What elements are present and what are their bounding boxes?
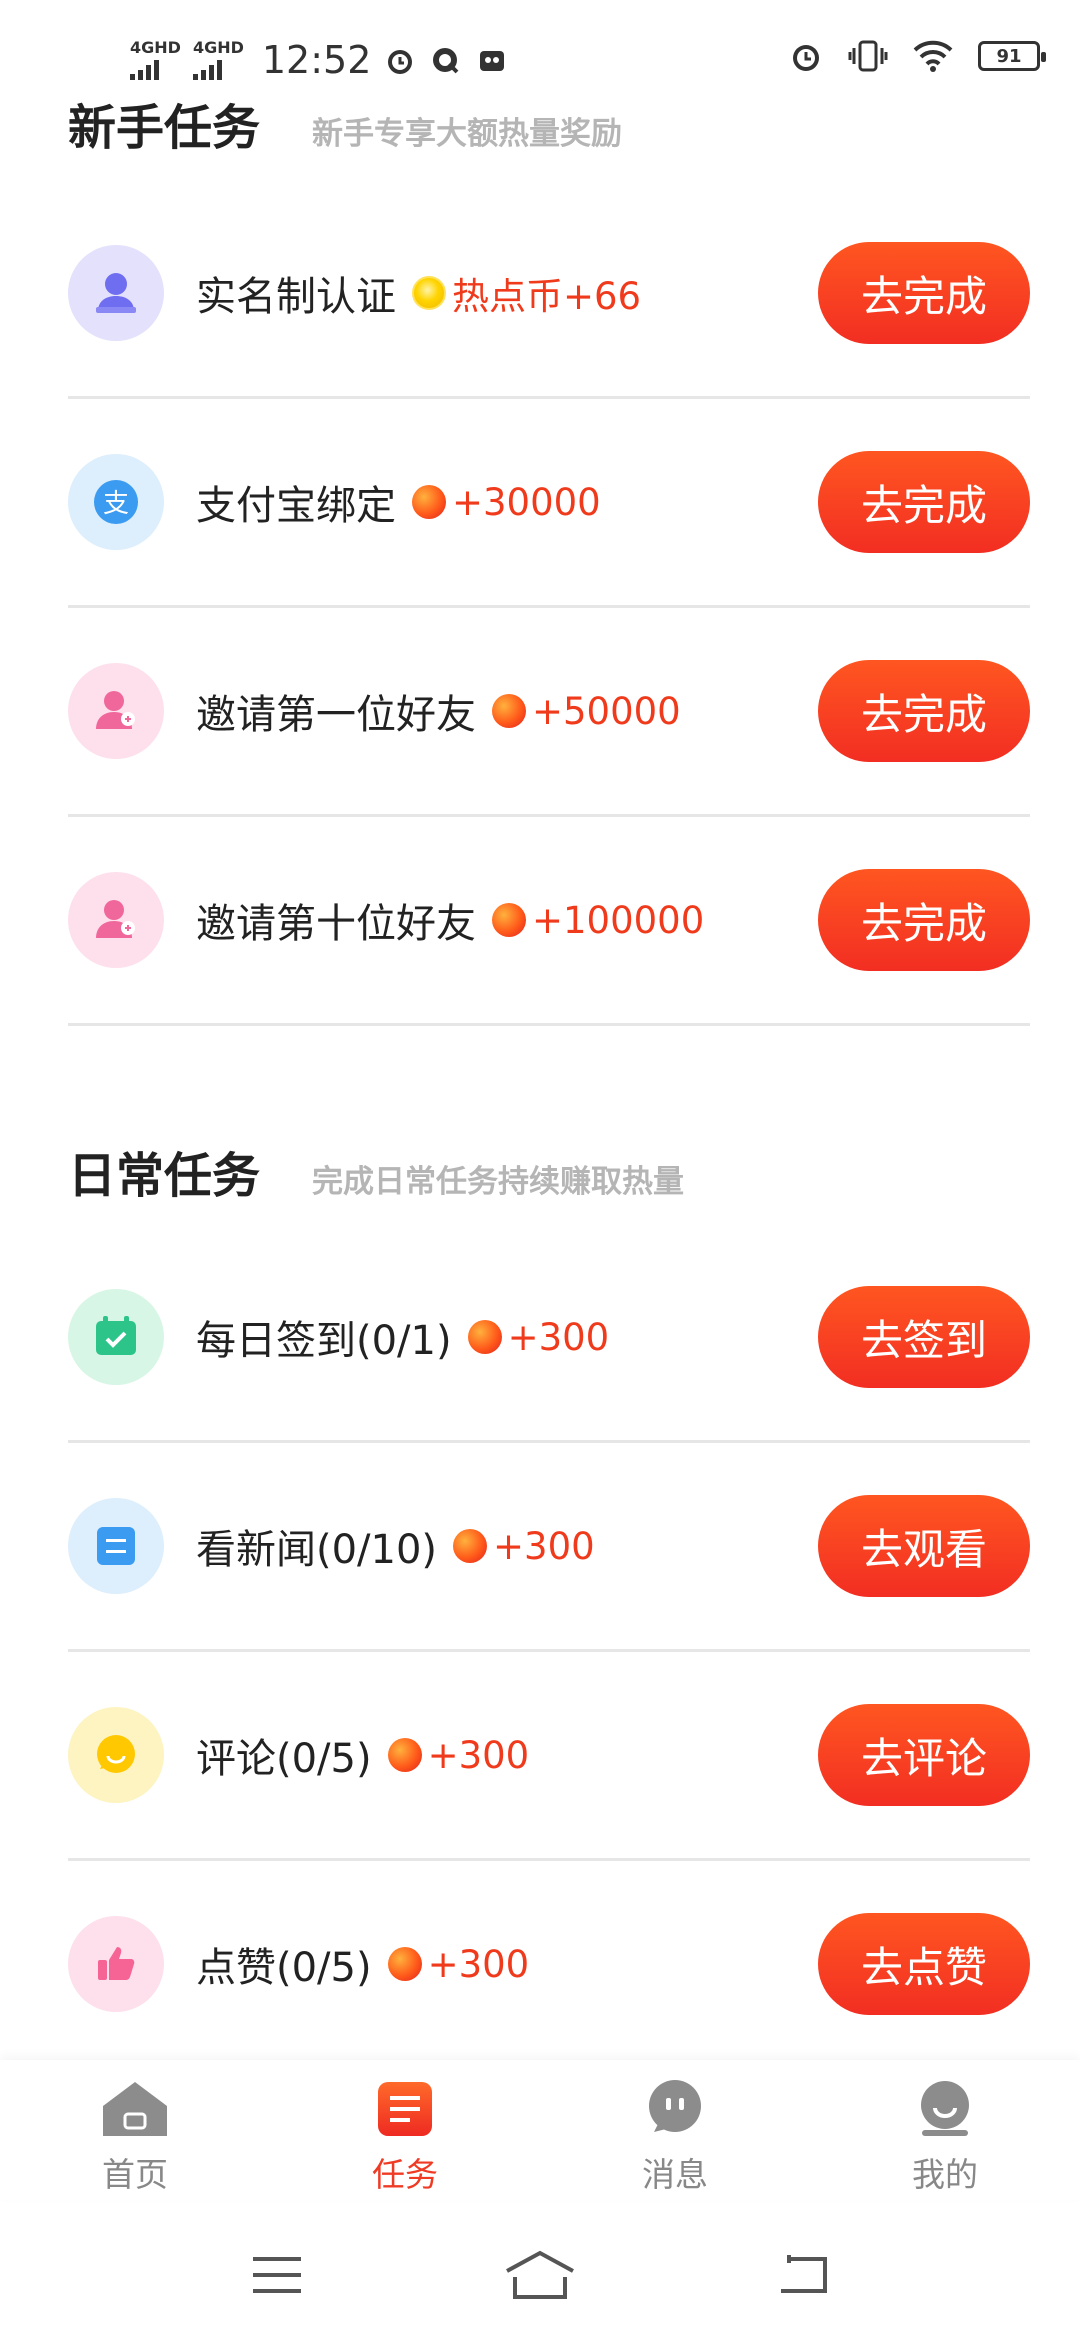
invite-friend-icon [68,872,164,968]
task-reward: +300 [453,1525,595,1568]
network-type-label: 4GHD [192,38,244,57]
signal-bars-icon [192,58,222,80]
browser-q-icon [433,48,459,74]
nav-item-profile[interactable]: 我的 [810,2060,1080,2200]
task-list-icon [378,2082,432,2136]
reward-amount: +300 [427,1942,530,1986]
task-row: 邀请第十位好友 +100000 去完成 [68,817,1030,1026]
newbie-section-header: 新手任务 新手专享大额热量奖励 [68,88,622,158]
reward-amount: +300 [427,1733,530,1777]
task-name: 支付宝绑定 [196,483,396,529]
task-reward: +100000 [492,899,704,942]
reward-amount: 热点币+66 [452,275,642,318]
profile-icon [921,2081,969,2136]
section-title: 新手任务 [68,100,261,156]
newbie-task-list: 实名制认证 热点币+66 去完成 支 支付宝绑定 +30000 去完成 邀请第一… [68,190,1030,1026]
svg-text:支: 支 [103,489,129,519]
nav-label: 任务 [372,2155,438,2194]
system-nav-bar [0,2210,1080,2340]
task-reward: +300 [387,1733,530,1777]
nav-label: 消息 [642,2155,708,2194]
thumbs-up-icon [68,1916,164,2012]
network-type-label: 4GHD [130,38,181,57]
daily-section-header: 日常任务 完成日常任务持续赚取热量 [68,1136,684,1206]
task-row: 支 支付宝绑定 +30000 去完成 [68,399,1030,608]
daily-task-list: 每日签到(0/1) +300 去签到 看新闻(0/10) +300 去观看 评论… [68,1234,1030,2070]
nav-item-messages[interactable]: 消息 [540,2060,810,2200]
section-title: 日常任务 [68,1148,261,1204]
task-reward: +300 [467,1315,610,1359]
complete-button[interactable]: 去完成 [818,451,1030,553]
check-in-button[interactable]: 去签到 [818,1286,1030,1388]
status-left: 4GHD 4GHD 12:52 [130,30,509,90]
nav-label: 我的 [912,2155,978,2194]
home-button-icon[interactable] [503,2249,577,2301]
task-row: 每日签到(0/1) +300 去签到 [68,1234,1030,1443]
task-name: 点赞(0/5) [196,1945,372,1991]
task-row: 看新闻(0/10) +300 去观看 [68,1443,1030,1652]
menu-icon[interactable] [249,2253,305,2297]
task-name: 看新闻(0/10) [196,1527,438,1573]
alarm-icon [388,50,413,74]
task-name: 邀请第一位好友 [196,692,476,738]
task-name: 邀请第十位好友 [196,901,476,947]
signal-sim2: 4GHD [192,38,244,80]
reward-amount: +100000 [532,898,705,942]
chat-icon [649,2080,701,2132]
reward-amount: +50000 [532,689,681,733]
reward-amount: +300 [493,1524,595,1568]
task-row: 点赞(0/5) +300 去点赞 [68,1861,1030,2070]
complete-button[interactable]: 去完成 [818,242,1030,344]
heat-coin-icon [492,903,526,937]
complete-button[interactable]: 去完成 [818,869,1030,971]
watch-button[interactable]: 去观看 [818,1495,1030,1597]
app-notification-icon [480,51,505,71]
alipay-icon: 支 [68,454,164,550]
battery-level: 91 [996,45,1022,67]
status-right: 91 [788,38,1046,74]
task-reward: +30000 [412,481,601,524]
comment-icon [68,1707,164,1803]
heat-coin-icon [453,1529,488,1563]
nav-item-home[interactable]: 首页 [0,2060,270,2200]
nav-item-tasks[interactable]: 任务 [270,2060,540,2200]
section-subtitle: 完成日常任务持续赚取热量 [312,1164,685,1200]
heat-coin-icon [467,1320,502,1354]
heat-coin-icon [387,1738,422,1772]
complete-button[interactable]: 去完成 [818,660,1030,762]
task-name: 实名制认证 [196,274,396,320]
person-id-icon [68,245,164,341]
task-row: 实名制认证 热点币+66 去完成 [68,190,1030,399]
reward-amount: +30000 [452,480,601,524]
calendar-check-icon [68,1289,164,1385]
heat-coin-icon [412,485,446,519]
back-icon[interactable] [775,2253,831,2297]
task-reward: +300 [387,1942,530,1986]
bottom-nav: 首页 任务 消息 我的 [0,2060,1080,2200]
hot-coin-icon [412,276,446,310]
wifi-icon [913,40,953,72]
reward-amount: +300 [507,1315,610,1359]
battery-icon: 91 [978,41,1046,71]
invite-friend-icon [68,663,164,759]
signal-bars-icon [130,58,159,80]
signal-sim1: 4GHD [130,40,181,80]
nav-label: 首页 [102,2155,168,2194]
task-reward: +50000 [492,690,681,733]
task-row: 邀请第一位好友 +50000 去完成 [68,608,1030,817]
like-button[interactable]: 去点赞 [818,1913,1030,2015]
clock-time: 12:52 [261,38,372,82]
task-name: 评论(0/5) [196,1736,372,1782]
comment-button[interactable]: 去评论 [818,1704,1030,1806]
vibrate-icon [848,40,888,72]
task-row: 评论(0/5) +300 去评论 [68,1652,1030,1861]
alarm-icon [793,45,819,71]
news-icon [68,1498,164,1594]
heat-coin-icon [492,694,526,728]
home-icon [103,2082,167,2136]
task-name: 每日签到(0/1) [196,1318,452,1364]
task-reward: 热点币+66 [412,266,641,320]
section-subtitle: 新手专享大额热量奖励 [312,116,623,152]
heat-coin-icon [387,1947,422,1981]
